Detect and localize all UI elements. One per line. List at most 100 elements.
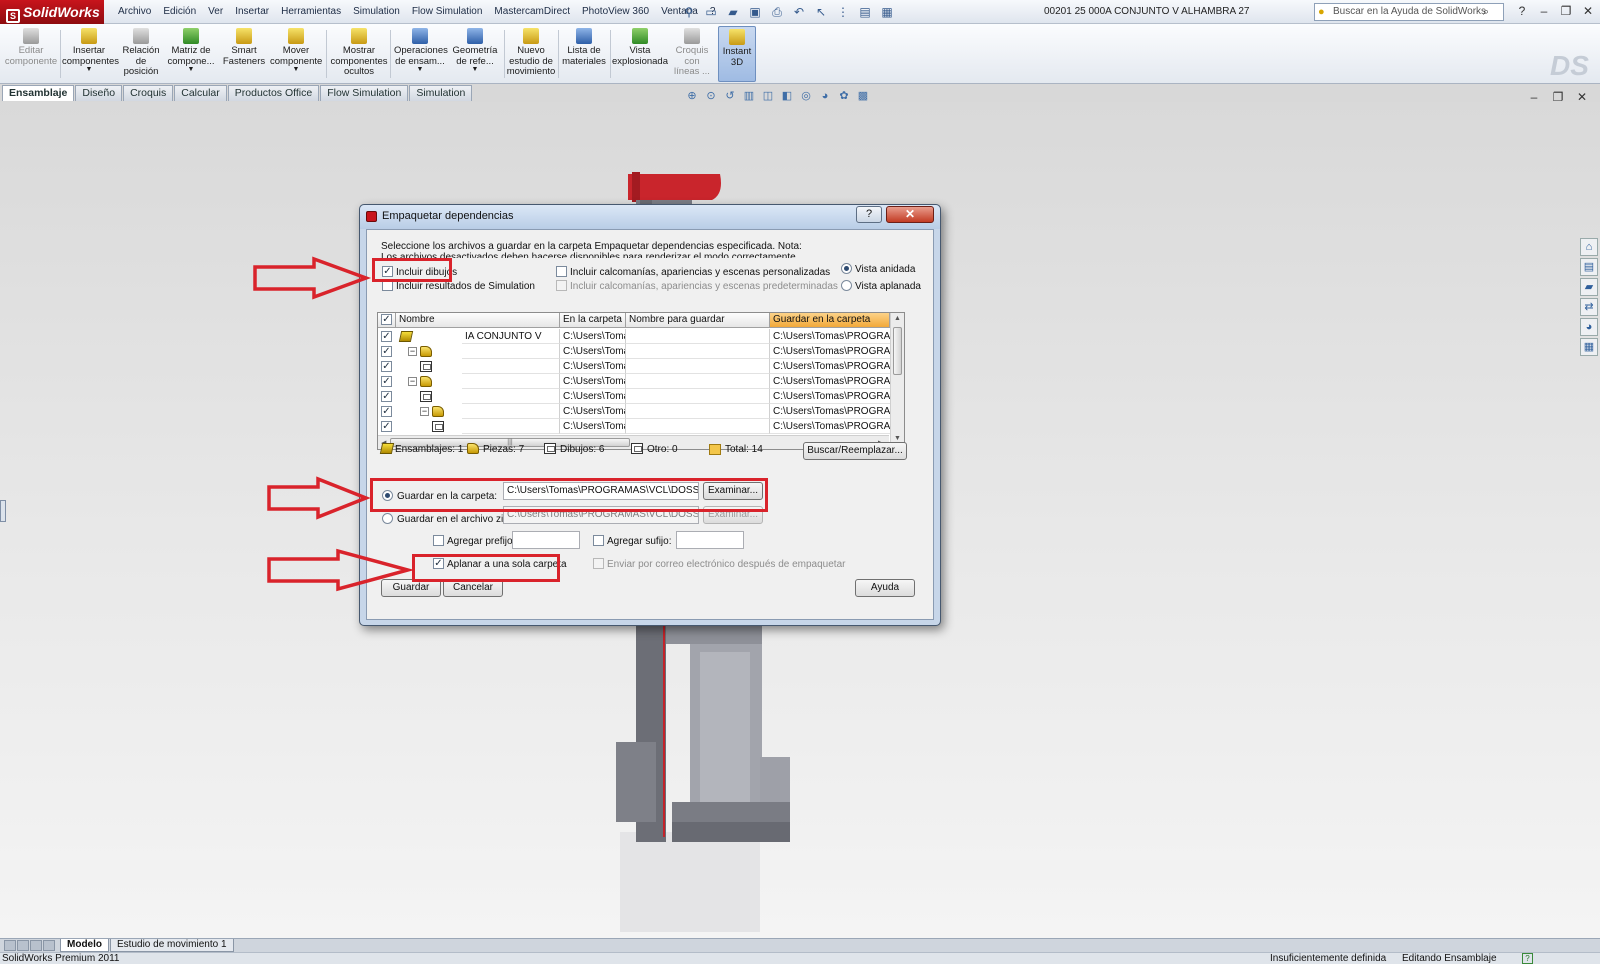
dialog-title-bar[interactable]: Empaquetar dependencias ? ✕: [360, 205, 940, 229]
instant3d-button[interactable]: Instant 3D: [718, 26, 756, 82]
header-nombre[interactable]: Nombre: [396, 313, 560, 328]
menu-mastercamdirect[interactable]: MastercamDirect: [488, 0, 576, 24]
options-icon[interactable]: ▦: [878, 3, 896, 21]
editar-componente-button[interactable]: Editar componente: [4, 26, 58, 82]
edit-appearance-icon[interactable]: ◕: [817, 89, 833, 103]
tab-calcular[interactable]: Calcular: [174, 85, 227, 101]
select-all-header[interactable]: ✓: [378, 313, 396, 328]
header-nombre-guardar[interactable]: Nombre para guardar: [626, 313, 770, 328]
table-row[interactable]: ✓ IA CONJUNTO V C:\Users\Toma C:\Users\T…: [378, 329, 904, 344]
row-save-name[interactable]: [626, 329, 770, 344]
save-icon[interactable]: ▣: [746, 3, 764, 21]
pin-icon[interactable]: ⚲: [680, 3, 698, 21]
table-row[interactable]: ✓ − C:\Users\Toma C:\Users\Tomas\PROGRAM…: [378, 374, 904, 389]
collapse-icon[interactable]: −: [408, 347, 417, 356]
last-tab-icon[interactable]: [43, 940, 55, 951]
previous-view-icon[interactable]: ↺: [722, 89, 738, 103]
lista-materiales-button[interactable]: Lista de materiales: [560, 26, 608, 82]
row-checkbox[interactable]: ✓: [381, 331, 392, 342]
vertical-scrollbar[interactable]: ▲ ▼: [890, 313, 904, 449]
hide-show-icon[interactable]: ◎: [798, 89, 814, 103]
vista-aplanada-radio[interactable]: [841, 280, 852, 291]
table-row[interactable]: ✓ − C:\Users\Toma C:\Users\Tomas\PROGRAM…: [378, 404, 904, 419]
row-save-name[interactable]: [626, 389, 770, 404]
help-icon[interactable]: ?: [1514, 2, 1530, 20]
buscar-reemplazar-button[interactable]: Buscar/Reemplazar...: [803, 442, 907, 460]
row-checkbox[interactable]: ✓: [381, 421, 392, 432]
menu-ver[interactable]: Ver: [202, 0, 229, 24]
minimize-icon[interactable]: –: [1536, 2, 1552, 20]
table-row[interactable]: ✓ C:\Users\Toma C:\Users\Tomas\PROGRAMA: [378, 359, 904, 374]
row-save-name[interactable]: [626, 419, 770, 434]
matriz-componente-button[interactable]: Matriz de compone... ▼: [166, 26, 216, 82]
custom-properties-icon[interactable]: ▦: [1580, 338, 1598, 356]
select-arrow-icon[interactable]: ↖: [812, 3, 830, 21]
section-view-icon[interactable]: ▥: [741, 89, 757, 103]
menu-edicion[interactable]: Edición: [157, 0, 202, 24]
home-icon[interactable]: ⌂: [1580, 238, 1598, 256]
vista-anidada-radio[interactable]: [841, 263, 852, 274]
red-top-part[interactable]: [628, 174, 721, 200]
menu-photoview[interactable]: PhotoView 360: [576, 0, 655, 24]
menu-archivo[interactable]: Archivo: [112, 0, 157, 24]
restore-icon[interactable]: ❐: [1558, 2, 1574, 20]
open-folder-icon[interactable]: ▰: [724, 3, 742, 21]
side-block-part[interactable]: [616, 742, 656, 822]
next-tab-icon[interactable]: [30, 940, 42, 951]
smart-fasteners-button[interactable]: Smart Fasteners: [222, 26, 266, 82]
tab-productos-office[interactable]: Productos Office: [227, 85, 320, 101]
row-save-name[interactable]: [626, 344, 770, 359]
table-row[interactable]: ✓ C:\Users\Toma C:\Users\Tomas\PROGRAMA: [378, 389, 904, 404]
collapse-icon[interactable]: −: [420, 407, 429, 416]
view-orientation-icon[interactable]: ◫: [760, 89, 776, 103]
table-row[interactable]: ✓ C:\Users\Toma C:\Users\Tomas\PROGRAMA: [378, 419, 904, 434]
agregar-prefijo-checkbox[interactable]: [433, 535, 444, 546]
scroll-down-icon[interactable]: ▼: [894, 435, 901, 442]
geometria-referencia-button[interactable]: Geometría de refe... ▼: [450, 26, 500, 82]
display-style-icon[interactable]: ◧: [779, 89, 795, 103]
solidworks-logo[interactable]: S SolidWorks: [0, 0, 104, 24]
dialog-close-button[interactable]: ✕: [886, 206, 934, 223]
view-settings-icon[interactable]: ▩: [855, 89, 871, 103]
new-document-icon[interactable]: ▭: [702, 3, 720, 21]
row-checkbox[interactable]: ✓: [381, 346, 392, 357]
tab-modelo[interactable]: Modelo: [60, 939, 109, 952]
apply-scene-icon[interactable]: ✿: [836, 89, 852, 103]
menu-simulation[interactable]: Simulation: [347, 0, 406, 24]
dialog-help-button[interactable]: ?: [856, 206, 882, 223]
tab-croquis[interactable]: Croquis: [123, 85, 174, 101]
first-tab-icon[interactable]: [4, 940, 16, 951]
calcomanias-predeterminadas-checkbox[interactable]: [556, 280, 567, 291]
file-properties-icon[interactable]: ▤: [856, 3, 874, 21]
nuevo-estudio-button[interactable]: Nuevo estudio de movimiento: [506, 26, 556, 82]
calcomanias-personalizadas-checkbox[interactable]: [556, 266, 567, 277]
guardar-zip-radio[interactable]: [382, 513, 393, 524]
menu-insertar[interactable]: Insertar: [229, 0, 275, 24]
tab-ensamblaje[interactable]: Ensamblaje: [2, 85, 75, 101]
row-checkbox[interactable]: ✓: [381, 361, 392, 372]
menu-herramientas[interactable]: Herramientas: [275, 0, 347, 24]
tab-diseno[interactable]: Diseño: [75, 85, 123, 101]
table-row[interactable]: ✓ − C:\Users\Toma C:\Users\Tomas\PROGRAM…: [378, 344, 904, 359]
row-save-name[interactable]: [626, 404, 770, 419]
zoom-fit-icon[interactable]: ⊕: [684, 89, 700, 103]
view-palette-icon[interactable]: ⇄: [1580, 298, 1598, 316]
print-icon[interactable]: ⎙: [768, 3, 786, 21]
close-icon[interactable]: ✕: [1580, 2, 1596, 20]
insertar-componentes-button[interactable]: Insertar componentes ▼: [62, 26, 119, 82]
row-checkbox[interactable]: ✓: [381, 406, 392, 417]
vista-explosionada-button[interactable]: Vista explosionada: [612, 26, 668, 82]
feature-tree-expander-handle[interactable]: [0, 500, 6, 522]
tab-flow-simulation[interactable]: Flow Simulation: [320, 85, 409, 101]
enviar-correo-checkbox[interactable]: [593, 558, 604, 569]
agregar-prefijo-input[interactable]: [512, 531, 580, 549]
agregar-sufijo-input[interactable]: [676, 531, 744, 549]
scroll-up-icon[interactable]: ▲: [894, 315, 901, 322]
search-icon[interactable]: ⌕: [1483, 4, 1489, 20]
zoom-area-icon[interactable]: ⊙: [703, 89, 719, 103]
traffic-light-icon[interactable]: ⋮: [834, 3, 852, 21]
select-all-checkbox[interactable]: ✓: [381, 314, 392, 325]
relacion-posicion-button[interactable]: Relación de posición: [120, 26, 162, 82]
scrollbar-thumb[interactable]: [893, 327, 902, 375]
mover-componente-button[interactable]: Mover componente ▼: [270, 26, 322, 82]
